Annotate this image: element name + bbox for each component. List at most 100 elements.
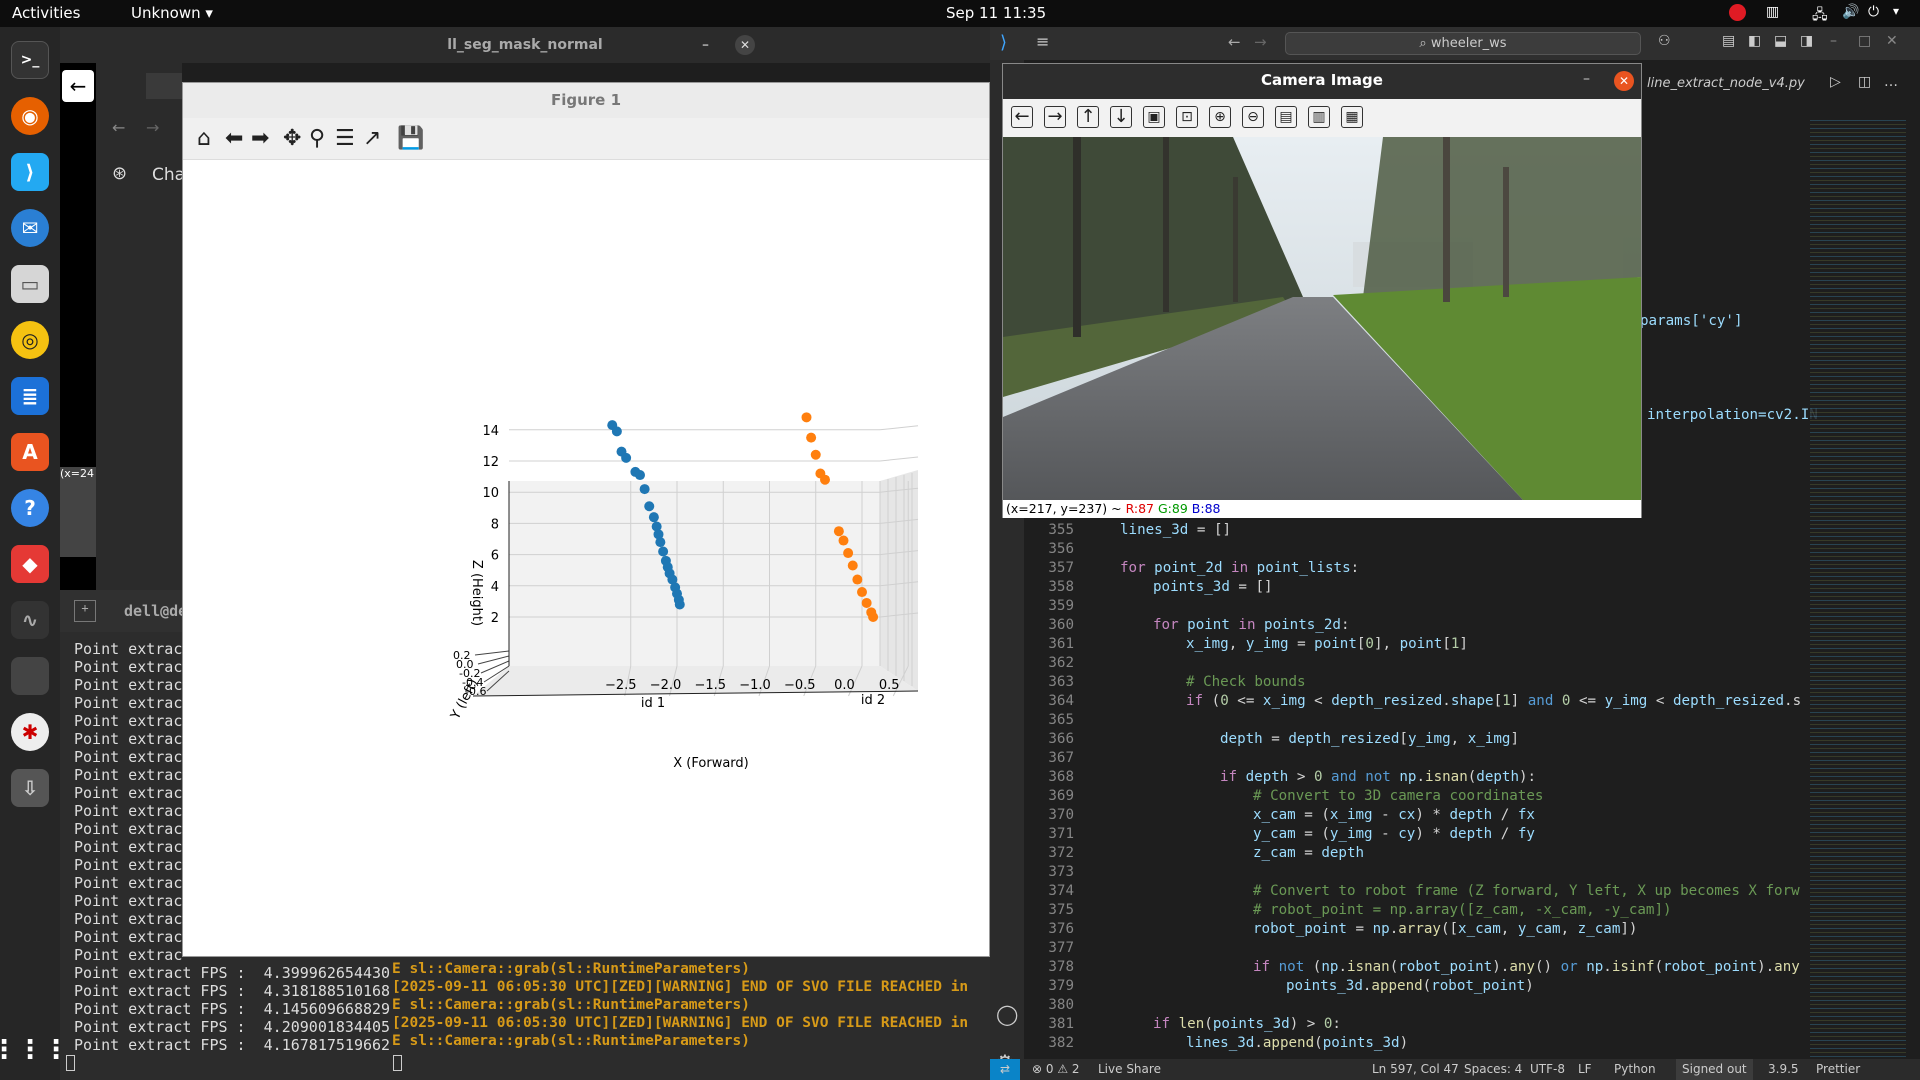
firefox-icon[interactable]: ◉ <box>11 97 49 135</box>
pan-icon[interactable]: ✥ <box>283 126 301 151</box>
pan-up-icon[interactable]: ↑ <box>1077 106 1099 128</box>
save-image-icon[interactable]: ▤ <box>1275 106 1297 128</box>
green-value: G:89 <box>1158 501 1188 516</box>
window-maximize-icon[interactable]: □ <box>1858 33 1871 49</box>
rhythmbox-icon[interactable]: ◎ <box>11 321 49 359</box>
system-menu-icon[interactable]: ▾ <box>1893 4 1899 18</box>
pan-left-icon[interactable]: ← <box>1011 106 1033 128</box>
configure-icon[interactable]: ☰ <box>335 126 355 151</box>
code-editor[interactable]: 355 356 357 358 359 360 361 362 363 364 365 366 367 3… <box>1020 521 1870 1061</box>
remote-icon[interactable]: ⇄ <box>990 1059 1020 1080</box>
writer-icon[interactable]: ≣ <box>11 377 49 415</box>
app-center-icon[interactable]: A <box>11 433 49 471</box>
power-icon[interactable]: ⏻ <box>1868 4 1879 20</box>
pinwheel-icon[interactable]: ✱ <box>11 713 49 751</box>
forward-arrow-icon[interactable]: ➡ <box>251 126 269 151</box>
pan-right-icon[interactable]: → <box>1044 106 1066 128</box>
close-icon[interactable]: ✕ <box>735 35 755 55</box>
sidebar-toggle-icon[interactable]: ◧ <box>1748 33 1761 49</box>
scatter-point <box>833 526 844 537</box>
split-editor-icon[interactable]: ◫ <box>1858 74 1871 90</box>
indentation[interactable]: Spaces: 4 <box>1464 1062 1522 1076</box>
browser-forward-icon[interactable]: → <box>146 118 159 137</box>
python-version[interactable]: 3.9.5 <box>1768 1062 1799 1076</box>
browser-tab[interactable] <box>146 73 182 99</box>
network-icon[interactable]: 🖧 <box>1812 4 1828 28</box>
back-pane <box>509 481 880 666</box>
pan-down-icon[interactable]: ↓ <box>1110 106 1132 128</box>
layout-icon[interactable]: ▤ <box>1722 33 1735 49</box>
running-app-icon[interactable] <box>11 657 49 695</box>
back-icon[interactable]: ← <box>62 70 94 102</box>
save-icon[interactable]: 💾 <box>397 126 424 151</box>
usb-drive-icon[interactable]: ⇩ <box>11 769 49 807</box>
new-tab-icon[interactable]: + <box>74 600 96 622</box>
copilot-icon[interactable]: ⚇ <box>1658 33 1671 49</box>
zoom-out-icon[interactable]: ⊖ <box>1242 106 1264 128</box>
copy-image-icon[interactable]: ▥ <box>1308 106 1330 128</box>
thunderbird-icon[interactable]: ✉ <box>11 209 49 247</box>
live-share-button[interactable]: Live Share <box>1098 1062 1161 1076</box>
search-input[interactable]: ⌕ wheeler_ws <box>1285 32 1641 55</box>
network-monitor-icon[interactable]: ▥ <box>1766 4 1779 20</box>
properties-icon[interactable]: ▦ <box>1341 106 1363 128</box>
files-icon[interactable]: ▭ <box>11 265 49 303</box>
browser-back-icon[interactable]: ← <box>112 118 125 137</box>
zoom-original-icon[interactable]: ⊡ <box>1176 106 1198 128</box>
activities-button[interactable]: Activities <box>12 4 80 22</box>
window-minimize-icon[interactable]: – <box>1830 33 1837 49</box>
vscode-icon[interactable]: ⟩ <box>11 153 49 191</box>
scatter-point <box>843 548 854 559</box>
help-icon[interactable]: ? <box>11 489 49 527</box>
nav-back-icon[interactable]: ← <box>1228 33 1241 51</box>
prettier-status[interactable]: Prettier <box>1816 1062 1860 1076</box>
window-close-icon[interactable]: ✕ <box>1886 33 1898 49</box>
menu-icon[interactable]: ≡ <box>1036 32 1049 51</box>
run-icon[interactable]: ▷ <box>1830 74 1841 90</box>
clock[interactable]: Sep 11 11:35 <box>946 4 1046 22</box>
zoom-in-icon[interactable]: ⊕ <box>1209 106 1231 128</box>
line-number: 372 <box>1048 845 1074 861</box>
terminal-line: Point extract FPS : 4.167817519662 <box>74 1036 391 1054</box>
camera-image[interactable] <box>1003 137 1641 500</box>
do-not-disturb-icon[interactable] <box>1729 4 1746 21</box>
problems-indicator[interactable]: ⊗ 0 ⚠ 2 <box>1032 1062 1080 1076</box>
line-number: 362 <box>1048 655 1074 671</box>
signed-out-badge[interactable]: Signed out <box>1676 1059 1753 1080</box>
editor-tab[interactable]: line_extract_node_v4.py <box>1640 69 1920 99</box>
home-icon[interactable]: ⌂ <box>197 126 211 151</box>
more-actions-icon[interactable]: … <box>1884 74 1898 90</box>
system-monitor-icon[interactable]: ∿ <box>11 601 49 639</box>
camera-minimize-icon[interactable]: – <box>1583 71 1590 87</box>
line-number: 368 <box>1048 769 1074 785</box>
line-ending[interactable]: LF <box>1578 1062 1592 1076</box>
show-apps-icon[interactable]: ⋮⋮⋮ <box>0 1031 69 1069</box>
volume-icon[interactable]: 🔊 <box>1842 4 1859 20</box>
terminal-log-line: E sl::Camera::grab(sl::RuntimeParameters… <box>392 997 750 1013</box>
accounts-icon[interactable]: ◯ <box>996 1002 1018 1026</box>
back-arrow-icon[interactable]: ⬅ <box>225 126 243 151</box>
grid-line <box>879 456 919 462</box>
minimize-icon[interactable]: – <box>702 27 709 63</box>
anydesk-icon[interactable]: ◆ <box>11 545 49 583</box>
code-fragment-text: interpolation=cv2.IN <box>1647 407 1818 423</box>
scatter-point <box>868 612 879 622</box>
encoding[interactable]: UTF-8 <box>1530 1062 1565 1076</box>
terminal-log-line: [2025-09-11 06:05:30 UTC][ZED][WARNING] … <box>392 979 969 995</box>
zoom-icon[interactable]: ⚲ <box>309 126 325 151</box>
code-fragment: params['cy'] <box>1640 313 1743 329</box>
terminal-icon[interactable]: >_ <box>11 41 49 79</box>
terminal-line: Point extract FPS : 4.145609668829 <box>74 1000 391 1018</box>
cursor-position[interactable]: Ln 597, Col 47 <box>1372 1062 1459 1076</box>
panel-toggle-icon[interactable]: ⬓ <box>1774 33 1787 49</box>
camera-close-icon[interactable]: ✕ <box>1614 71 1634 91</box>
secondary-sidebar-icon[interactable]: ◨ <box>1800 33 1813 49</box>
grid-line <box>879 425 919 431</box>
nav-forward-icon[interactable]: → <box>1254 33 1267 51</box>
scatter-point <box>847 560 858 571</box>
edit-axes-icon[interactable]: ↗ <box>363 126 381 151</box>
language-mode[interactable]: Python <box>1614 1062 1656 1076</box>
zoom-fit-icon[interactable]: ▣ <box>1143 106 1165 128</box>
line-number: 359 <box>1048 598 1074 614</box>
app-menu[interactable]: Unknown ▾ <box>131 4 213 22</box>
